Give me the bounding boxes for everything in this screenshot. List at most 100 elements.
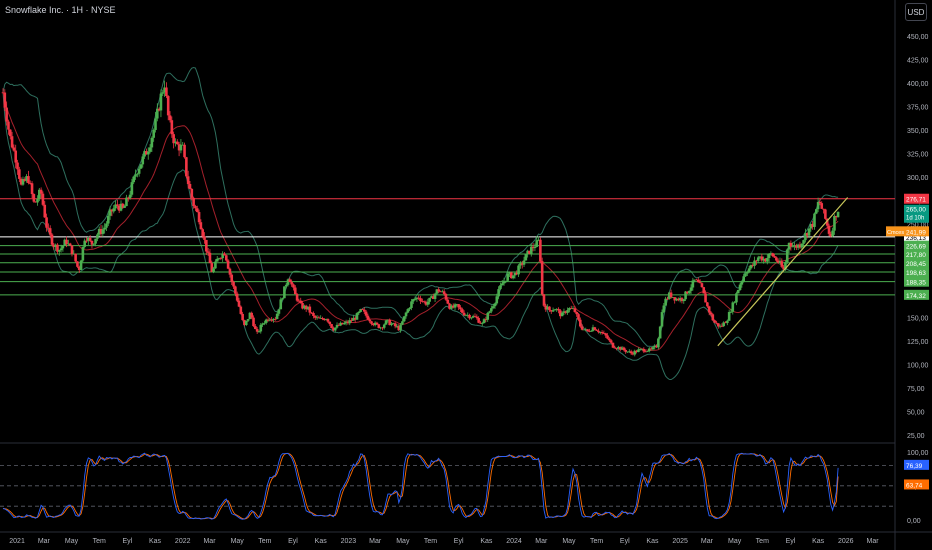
- candle-body: [50, 234, 54, 245]
- price-badge-countdown: 1d 10h: [906, 216, 924, 222]
- candle-body: [660, 312, 664, 327]
- candle-body: [39, 189, 43, 194]
- candle-body: [183, 144, 186, 158]
- candle-body: [239, 306, 243, 314]
- candle-body: [235, 293, 239, 301]
- candle-body: [134, 174, 137, 177]
- candle-body: [250, 312, 254, 318]
- candle-body: [215, 258, 219, 262]
- time-tick-label: May: [562, 538, 576, 545]
- candle-body: [733, 302, 736, 304]
- candle-body: [444, 293, 448, 300]
- candle-body: [12, 147, 16, 151]
- time-tick-label: Kas: [315, 538, 328, 545]
- chart-canvas[interactable]: 450,00 425,00 400,00 375,00 350,00 325,00 300,…: [0, 0, 932, 550]
- candle-body: [146, 151, 150, 155]
- candle-body: [74, 253, 77, 262]
- candle-body: [814, 209, 818, 214]
- candle-body: [201, 229, 204, 237]
- time-tick-label: Mar: [701, 538, 714, 545]
- candle-body: [475, 316, 479, 318]
- candle-body: [208, 252, 212, 264]
- candle-body: [691, 280, 695, 288]
- candle-body: [542, 294, 546, 306]
- candle-body: [689, 287, 693, 291]
- price-tick-label: 300,00: [907, 175, 929, 182]
- candle-body: [255, 329, 259, 332]
- candle-body: [70, 245, 74, 255]
- candle-body: [446, 299, 450, 304]
- candle-body: [132, 176, 136, 183]
- price-tick-label: 125,00: [907, 339, 929, 346]
- candle-body: [59, 248, 63, 251]
- candle-body: [48, 228, 52, 235]
- candle-body: [651, 347, 655, 350]
- time-tick-label: Kas: [149, 538, 162, 545]
- candle-body: [14, 150, 18, 163]
- level-label: 188,35: [906, 280, 926, 287]
- candle-body: [283, 286, 286, 299]
- candle-body: [68, 243, 72, 246]
- candle-body: [130, 182, 134, 195]
- candle-body: [257, 331, 261, 333]
- candle-body: [767, 253, 771, 259]
- candle-body: [368, 319, 372, 322]
- candle-body: [726, 320, 729, 324]
- candle-body: [707, 306, 711, 313]
- candle-body: [706, 302, 709, 307]
- candle-body: [807, 228, 811, 236]
- candle-body: [589, 330, 593, 332]
- candle-body: [5, 107, 8, 122]
- candle-body: [375, 322, 379, 325]
- price-tick-label: 100,00: [907, 363, 929, 370]
- candle-body: [281, 298, 284, 300]
- candle-body: [330, 324, 333, 329]
- candle-body: [3, 92, 7, 108]
- candle-body: [321, 318, 324, 320]
- candle-body: [195, 208, 199, 213]
- candle-body: [79, 260, 83, 270]
- candle-body: [595, 329, 598, 331]
- candle-body: [141, 156, 145, 165]
- candle-body: [96, 234, 99, 239]
- candle-body: [820, 203, 824, 209]
- candle-body: [246, 319, 250, 321]
- level-label: 208,45: [906, 261, 926, 268]
- candle-body: [702, 287, 706, 294]
- time-tick-label: Eyl: [454, 538, 464, 545]
- candle-body: [426, 301, 430, 305]
- candle-body: [791, 246, 794, 248]
- candle-body: [261, 323, 264, 325]
- candle-body: [219, 258, 223, 259]
- candle-body: [393, 323, 397, 327]
- price-tick-label: 75,00: [907, 386, 925, 393]
- candle-body: [488, 311, 491, 313]
- stoch-badge-label: 76,39: [906, 463, 923, 470]
- level-label: 174,32: [906, 293, 926, 300]
- candle-body: [382, 324, 386, 328]
- time-tick-label: Mar: [38, 538, 51, 545]
- candle-body: [573, 308, 577, 312]
- candle-body: [165, 87, 168, 97]
- price-tick-label: 375,00: [907, 104, 929, 111]
- bollinger-upper: [2, 66, 839, 347]
- candle-body: [106, 215, 110, 224]
- candle-body: [83, 240, 86, 247]
- candle-body: [729, 311, 733, 313]
- candle-body: [802, 240, 805, 244]
- time-tick-label: Eyl: [620, 538, 630, 545]
- candle-body: [578, 319, 582, 327]
- candle-body: [457, 304, 460, 308]
- candle-body: [326, 319, 330, 322]
- candle-body: [533, 246, 537, 249]
- candle-body: [94, 238, 97, 244]
- candle-body: [295, 294, 299, 301]
- candle-body: [234, 286, 237, 294]
- level-label: 198,63: [906, 270, 926, 277]
- candle-body: [230, 274, 234, 282]
- candle-body: [101, 229, 105, 234]
- candle-body: [241, 313, 244, 321]
- candle-body: [263, 322, 266, 324]
- candle-body: [836, 211, 840, 218]
- candle-body: [123, 206, 126, 208]
